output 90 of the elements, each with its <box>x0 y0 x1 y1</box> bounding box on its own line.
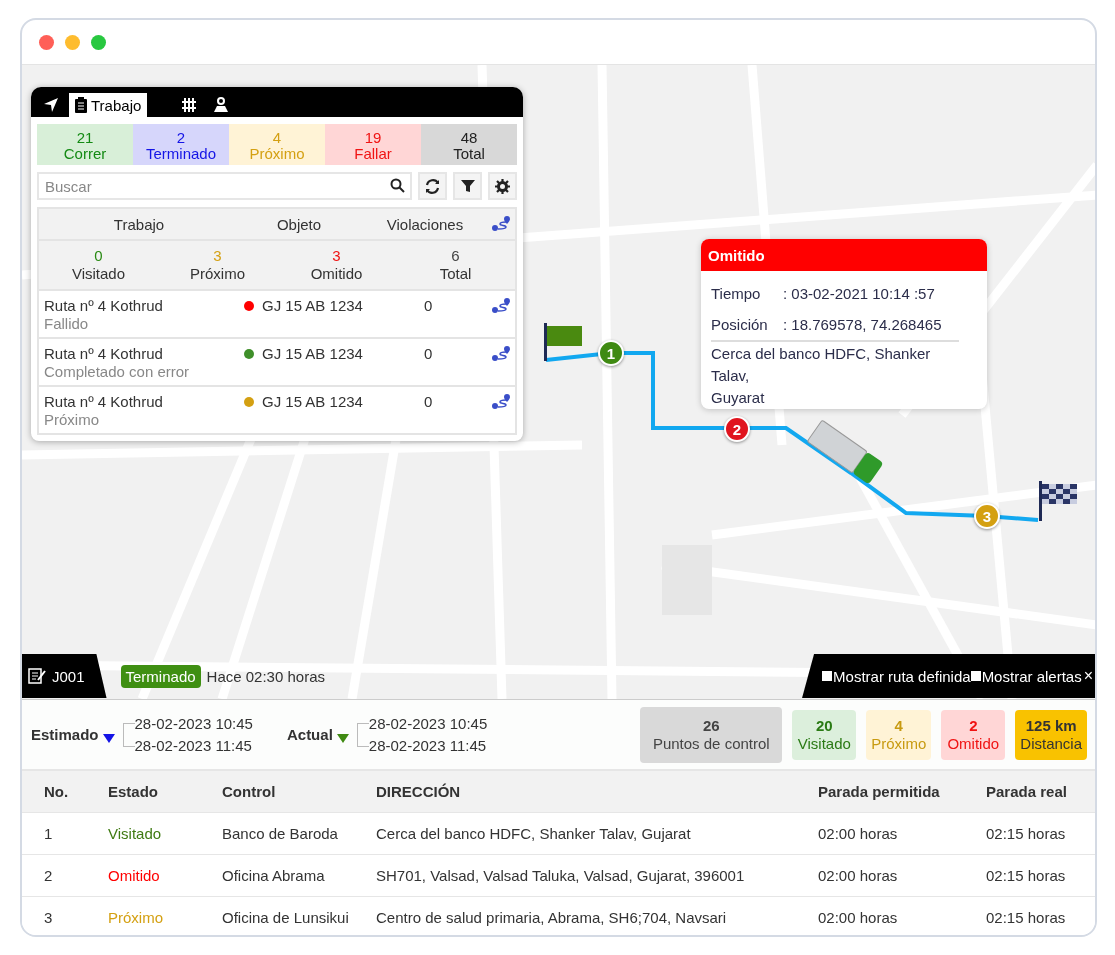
summary-count: 3 Omitido <box>309 247 364 283</box>
table-cell-text: 3 <box>44 909 54 926</box>
column-header: No. <box>44 783 70 800</box>
summary-count: 6 Total <box>438 247 473 283</box>
triangle-icon <box>336 734 349 743</box>
clipboard-icon <box>75 97 87 113</box>
search-field[interactable]: Buscar <box>37 172 412 200</box>
table-cell-text: Cerca del banco HDFC, Shanker Talav, Gujarat <box>376 825 692 842</box>
panel-tab[interactable]: Trabajo <box>69 93 148 117</box>
time-label: Estimado <box>31 726 99 743</box>
stat-card: 4 Próximo <box>866 709 932 760</box>
stat-card: 20 Visitado <box>792 709 857 760</box>
table-cell-text: 02:00 horas <box>818 867 899 884</box>
popup-title: Omitido <box>701 239 987 271</box>
time-label: Actual <box>286 726 333 743</box>
table-cell-text: 02:15 horas <box>986 825 1067 842</box>
vehicle-plate: GJ 15 AB 1234 <box>262 345 363 362</box>
column-header: Parada real <box>986 783 1068 800</box>
violation-count: 0 <box>424 345 433 362</box>
table-cell-text: 02:15 horas <box>986 867 1067 884</box>
close-window-button[interactable] <box>39 34 54 50</box>
triangle-icon <box>102 734 115 743</box>
column-header: DIRECCIÓN <box>376 783 462 800</box>
job-id-tag: J001 <box>22 654 107 698</box>
table-cell-text: 02:15 horas <box>986 909 1067 926</box>
status-text: Omitido <box>108 867 161 884</box>
popup-value: : 18.769578, 74.268465 <box>783 316 942 333</box>
job-name[interactable]: Ruta nº 4 Kothrud Completado con error <box>44 345 244 381</box>
route-icon[interactable] <box>491 215 511 233</box>
filter-icon <box>460 179 475 193</box>
popup-address: Cerca del banco HDFC, Shanker Talav, Guyarat <box>711 340 959 409</box>
table-cell-text: Oficina de Lunsikui <box>222 909 350 926</box>
table-cell-text: 02:00 horas <box>818 909 899 926</box>
status-counter[interactable]: 21 Correr <box>37 124 133 165</box>
route-icon[interactable] <box>491 393 511 411</box>
column-header: Parada permitida <box>818 783 941 800</box>
start-time: 28-02-2023 10:45 <box>368 713 488 734</box>
table-cell-text: 1 <box>44 825 54 842</box>
status-counter[interactable]: 2 Terminado <box>133 124 229 165</box>
bracket-connector <box>122 722 135 747</box>
column-header: Objeto <box>275 215 323 233</box>
stat-card: 2 Omitido <box>941 709 1006 760</box>
column-header: Control <box>222 783 277 800</box>
vehicle-plate: GJ 15 AB 1234 <box>262 297 363 314</box>
edit-note-icon <box>28 668 46 684</box>
grid-icon <box>181 97 198 113</box>
table-cell-text: Banco de Baroda <box>222 825 339 842</box>
search-icon <box>390 178 405 193</box>
end-time: 28-02-2023 11:45 <box>368 735 488 756</box>
column-header: Violaciones <box>385 215 465 233</box>
table-cell-text: Oficina Abrama <box>222 867 326 884</box>
finish-flag-icon <box>1039 481 1079 521</box>
elapsed-time: Hace 02:30 horas <box>206 667 325 685</box>
close-button[interactable]: × <box>1081 667 1095 685</box>
settings-icon <box>495 178 510 194</box>
route-icon[interactable] <box>491 297 511 315</box>
navigation-icon <box>43 97 59 113</box>
column-header: Trabajo <box>112 215 166 233</box>
option-checkbox[interactable]: Mostrar alertas <box>970 667 1082 685</box>
table-cell-text: 2 <box>44 867 54 884</box>
stat-card: 26 Puntos de control <box>640 706 783 763</box>
vehicle-plate: GJ 15 AB 1234 <box>262 393 363 410</box>
bracket-connector <box>356 722 369 747</box>
start-flag-icon <box>544 323 584 361</box>
job-name[interactable]: Ruta nº 4 Kothrud Próximo <box>44 393 244 429</box>
summary-count: 0 Visitado <box>70 247 127 283</box>
refresh-button[interactable] <box>418 172 447 200</box>
refresh-icon <box>425 178 440 194</box>
status-text: Próximo <box>108 909 164 926</box>
job-name[interactable]: Ruta nº 4 Kothrud Fallido <box>44 297 244 333</box>
popup-label: Posición <box>711 316 769 333</box>
table-cell-text: 02:00 horas <box>818 825 899 842</box>
violation-count: 0 <box>424 297 433 314</box>
table-cell-text: SH701, Valsad, Valsad Taluka, Valsad, Gujarat, 396001 <box>376 867 746 884</box>
status-text: Visitado <box>108 825 163 842</box>
route-icon[interactable] <box>491 345 511 363</box>
column-header: Estado <box>108 783 159 800</box>
end-time: 28-02-2023 11:45 <box>134 735 253 756</box>
popup-label: Tiempo <box>711 285 762 302</box>
map-pin-person-icon <box>213 97 230 113</box>
summary-count: 3 Próximo <box>189 247 246 283</box>
popup-value: : 03-02-2021 10:14 :57 <box>783 285 935 302</box>
start-time: 28-02-2023 10:45 <box>134 713 253 734</box>
table-cell-text: Centro de salud primaria, Abrama, SH6;704, Navsari <box>376 909 728 926</box>
settings-button[interactable] <box>488 172 517 200</box>
violation-count: 0 <box>424 393 433 410</box>
option-checkbox[interactable]: Mostrar ruta definida <box>822 667 971 685</box>
filter-button[interactable] <box>453 172 482 200</box>
stat-card: 125 km Distancia <box>1015 709 1087 760</box>
status-counter[interactable]: 48 Total <box>421 124 517 165</box>
